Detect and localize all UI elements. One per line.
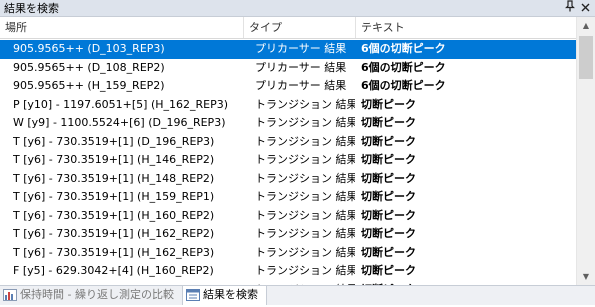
text-cell: 切断ピーク (361, 264, 416, 277)
panel-titlebar: 結果を検索 (0, 0, 595, 17)
location-cell: 905.9565++ (H_159_REP2) (13, 79, 165, 92)
find-results-icon (186, 289, 200, 301)
tab-retention-times[interactable]: 保持時間 - 繰り返し測定の比較 (0, 286, 182, 305)
close-icon[interactable] (578, 0, 592, 16)
location-cell: T [y6] - 730.3519+[1] (D_196_REP3) (13, 134, 215, 148)
type-cell: プリカーサー 結果 (255, 42, 347, 55)
type-cell: トランジション 結果 (255, 208, 355, 222)
text-cell: 切断ピーク (361, 97, 416, 111)
table-row[interactable]: T [y6] - 730.3519+[1] (H_160_REP2) トランジショ… (0, 207, 576, 226)
location-cell: T [y6] - 730.3519+[1] (H_160_REP2) (13, 208, 215, 222)
table-row[interactable]: T [y6] - 730.3519+[1] (H_162_REP3) トランジショ… (0, 244, 576, 263)
location-cell: T [y6] - 730.3519+[1] (H_159_REP1) (13, 190, 215, 203)
results-grid: 場所 タイプ テキスト 905.9565++ (D_103_REP3) プリカーサ… (0, 17, 576, 285)
chart-icon (3, 289, 17, 301)
table-row[interactable]: T [y6] - 730.3519+[1] (H_146_REP2) トランジショ… (0, 151, 576, 170)
text-cell: 切断ピーク (361, 116, 416, 129)
location-cell: 905.9565++ (D_108_REP2) (13, 60, 165, 74)
grid-header: 場所 タイプ テキスト (0, 17, 576, 39)
location-cell: F [y5] - 629.3042+[4] (H_160_REP2) (13, 264, 214, 277)
table-row[interactable]: T [y6] - 730.3519+[1] (H_159_REP1) トランジショ… (0, 188, 576, 207)
column-header-type[interactable]: タイプ (244, 17, 356, 38)
table-row[interactable]: T [y6] - 730.3519+[1] (H_148_REP2) トランジショ… (0, 170, 576, 189)
location-cell: T [y6] - 730.3519+[1] (H_162_REP3) (13, 245, 215, 259)
type-cell: トランジション 結果 (255, 153, 355, 166)
text-cell: 6個の切断ピーク (361, 42, 446, 55)
location-cell: T [y6] - 730.3519+[1] (H_146_REP2) (13, 153, 215, 166)
tab-label: 結果を検索 (203, 288, 258, 301)
tab-label: 保持時間 - 繰り返し測定の比較 (20, 288, 174, 301)
location-cell: P [y10] - 1197.6051+[5] (H_162_REP3) (13, 97, 229, 111)
document-tab-bar: 保持時間 - 繰り返し測定の比較 結果を検索 (0, 285, 595, 305)
type-cell: トランジション 結果 (255, 264, 355, 277)
type-cell: トランジション 結果 (255, 245, 355, 259)
text-cell: 切断ピーク (361, 171, 416, 185)
column-header-location[interactable]: 場所 (0, 17, 244, 38)
table-row[interactable]: 905.9565++ (D_108_REP2) プリカーサー 結果 6個の切断ピーク (0, 59, 576, 78)
table-row[interactable]: F [y5] - 629.3042+[4] (H_160_REP2) トランジショ… (0, 262, 576, 281)
location-cell: 905.9565++ (D_103_REP3) (13, 42, 165, 55)
text-cell: 6個の切断ピーク (361, 60, 446, 74)
text-cell: 切断ピーク (361, 245, 416, 259)
type-cell: トランジション 結果 (255, 97, 355, 111)
type-cell: トランジション 結果 (255, 116, 355, 129)
type-cell: プリカーサー 結果 (255, 79, 347, 92)
text-cell: 切断ピーク (361, 227, 416, 240)
vertical-scrollbar[interactable]: ▲ ▼ (576, 17, 595, 285)
table-row[interactable]: W [y9] - 1100.5524+[6] (D_196_REP3) トランジシ… (0, 114, 576, 133)
location-cell: W [y9] - 1100.5524+[6] (D_196_REP3) (13, 116, 226, 129)
type-cell: トランジション 結果 (255, 134, 355, 148)
text-cell: 切断ピーク (361, 134, 416, 148)
column-header-text[interactable]: テキスト (356, 17, 576, 38)
location-cell: T [y6] - 730.3519+[1] (H_148_REP2) (13, 171, 215, 185)
panel-title: 結果を検索 (4, 2, 59, 15)
text-cell: 切断ピーク (361, 208, 416, 222)
scroll-thumb[interactable] (579, 36, 593, 79)
table-row[interactable]: P [y10] - 1197.6051+[5] (H_162_REP3) トランジ… (0, 96, 576, 115)
text-cell: 切断ピーク (361, 190, 416, 203)
scroll-up-arrow-icon[interactable]: ▲ (577, 17, 595, 34)
location-cell: T [y6] - 730.3519+[1] (H_162_REP2) (13, 227, 215, 240)
tab-find-results[interactable]: 結果を検索 (182, 286, 267, 305)
table-row[interactable]: T [y6] - 730.3519+[1] (D_196_REP3) トランジショ… (0, 133, 576, 152)
type-cell: トランジション 結果 (255, 190, 355, 203)
table-row[interactable]: T [y6] - 730.3519+[1] (H_162_REP2) トランジショ… (0, 225, 576, 244)
pin-icon[interactable] (563, 0, 577, 16)
type-cell: トランジション 結果 (255, 227, 355, 240)
type-cell: プリカーサー 結果 (255, 60, 347, 74)
type-cell: トランジション 結果 (255, 171, 355, 185)
results-rows: 905.9565++ (D_103_REP3) プリカーサー 結果 6個の切断ピーク… (0, 40, 576, 285)
text-cell: 切断ピーク (361, 153, 416, 166)
scroll-down-arrow-icon[interactable]: ▼ (577, 268, 595, 285)
table-row[interactable]: 905.9565++ (D_103_REP3) プリカーサー 結果 6個の切断ピーク (0, 40, 576, 59)
table-row[interactable]: 905.9565++ (H_159_REP2) プリカーサー 結果 6個の切断ピーク (0, 77, 576, 96)
text-cell: 6個の切断ピーク (361, 79, 446, 92)
